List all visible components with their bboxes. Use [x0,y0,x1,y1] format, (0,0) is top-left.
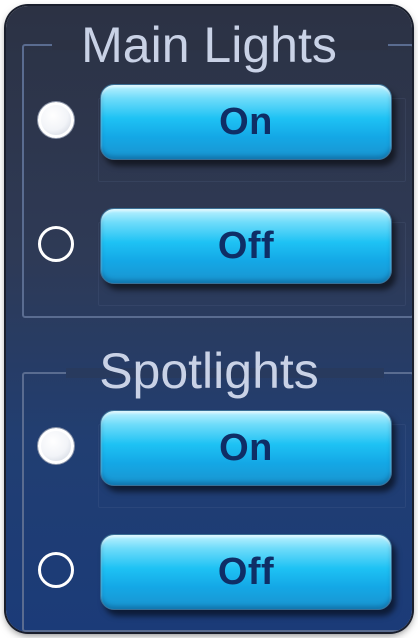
spotlights-off-row: Off [38,534,398,612]
spotlights-off-label: Off [217,550,275,593]
main-lights-on-radio[interactable] [38,102,74,138]
spotlights-on-button[interactable]: On [100,410,392,486]
spotlights-title-gap [66,368,384,378]
main-lights-on-row: On [38,84,406,182]
main-lights-off-radio[interactable] [38,226,74,262]
spotlights-on-radio[interactable] [38,428,74,464]
spotlights-on-row: On [38,410,406,508]
spotlights-off-radio[interactable] [38,552,74,588]
main-lights-title-gap [52,40,388,50]
main-lights-on-button[interactable]: On [100,84,392,160]
spotlights-on-label: On [219,426,273,469]
main-lights-off-label: Off [217,224,275,267]
main-lights-on-label: On [219,100,273,143]
main-lights-off-row: Off [38,208,406,306]
main-lights-off-button[interactable]: Off [100,208,392,284]
lights-control-panel: Main Lights On Off Spotlights On Off [6,6,412,632]
spotlights-off-button[interactable]: Off [100,534,392,610]
